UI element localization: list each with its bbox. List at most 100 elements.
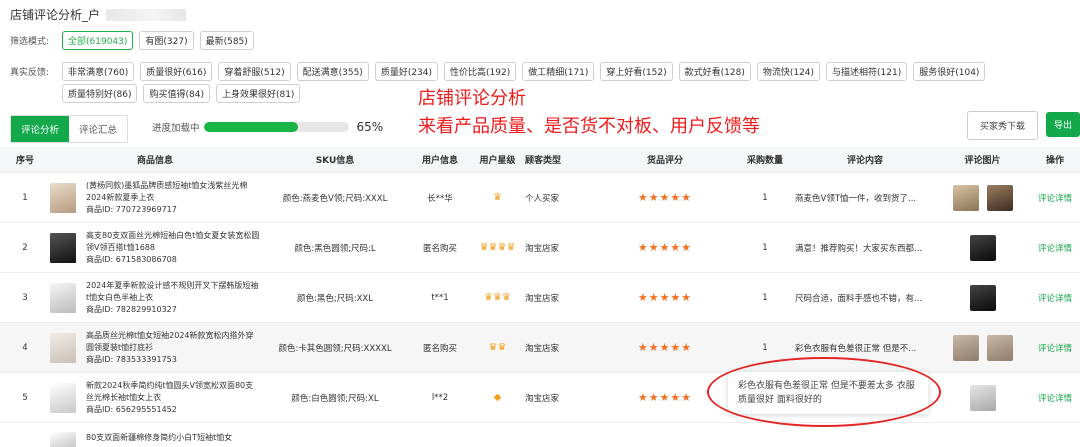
comment-image[interactable] [986,184,1013,211]
comment-images [935,284,1030,311]
blurred-shop-name [106,8,187,21]
comment-text[interactable]: 彩色衣服有色差很正常 但是不... [795,342,935,354]
user-name: l**2 [431,392,449,403]
rating-stars-icon: ★★★★★ [637,241,693,254]
product-cell: 高支80支双面丝光棉短袖白色t恤女夏女装宽松圆领V领百搭t恤1688 商品ID: … [50,230,260,266]
filter-all[interactable]: 全部(619043) [62,31,134,50]
col-user: 用户信息 [421,156,458,166]
product-thumbnail[interactable] [50,232,76,263]
comment-image[interactable] [952,334,979,361]
product-thumbnail[interactable] [50,282,76,313]
row-index: 5 [22,392,28,403]
table-row: 4 高品质丝光棉t恤女短袖2024新款宽松内搭外穿圆领夏装t恤打底衫 商品ID: 7… [0,323,1080,373]
table-header: 序号 商品信息 SKU信息 用户信息 用户星级 顾客类型 货品评分 采购数量 评… [0,147,1080,173]
customer-type: 淘宝店家 [525,393,560,404]
feedback-tag[interactable]: 非常满意(760) [62,62,135,81]
product-title: 高支80支双面丝光棉短袖白色t恤女夏女装宽松圆领V领百搭t恤1688 [86,230,260,252]
comment-images [935,384,1030,411]
tab-comment-summary[interactable]: 评论汇总 [69,116,127,142]
product-cell: (黄杨同款)墨狐品牌质感短袖t恤女浅紫丝光棉2024新款夏季上衣 商品ID: 77… [50,180,260,216]
col-action: 操作 [1045,156,1064,166]
feedback-tag[interactable]: 穿着舒服(512) [218,62,291,81]
comment-detail-link[interactable]: 评论详情 [1030,342,1080,354]
feedback-tag[interactable]: 购买值得(84) [143,84,210,103]
product-title: 80支双面新疆棉修身简约小白T短袖t恤女 [86,433,233,442]
row-index: 3 [22,292,28,303]
feedback-tag[interactable]: 质量好(234) [374,62,439,81]
feedback-tag[interactable]: 做工精细(171) [522,62,595,81]
feedback-tag[interactable]: 质量特别好(86) [62,84,138,103]
customer-type: 淘宝店家 [525,293,560,304]
user-level-medal-icon: ♛♛♛♛ [479,242,516,253]
feedback-tag[interactable]: 质量很好(616) [140,62,213,81]
feedback-tag[interactable]: 上身效果很好(81) [215,84,301,103]
user-level-medal-icon: ♛♛ [488,342,507,353]
table-row: 2 高支80支双面丝光棉短袖白色t恤女夏女装宽松圆领V领百搭t恤1688 商品ID:… [0,223,1080,273]
comment-detail-link[interactable]: 评论详情 [1030,242,1080,254]
user-name: 长**华 [427,193,453,204]
sku-info: 颜色:黑色;尺码:XXL [297,293,373,304]
filter-latest[interactable]: 最新(585) [199,31,254,50]
comment-text[interactable]: 燕麦色V领T恤一件，收到货了... [795,192,935,204]
progress-percent: 65% [356,120,384,134]
comment-image[interactable] [986,334,1013,361]
user-level-medal-icon: ♛♛♛ [484,292,511,303]
product-thumbnail[interactable] [50,332,76,363]
customer-type: 淘宝店家 [525,243,560,254]
comment-image[interactable] [969,384,996,411]
feedback-tag[interactable]: 物流快(124) [756,62,821,81]
product-thumbnail[interactable] [50,382,76,413]
red-highlight-ellipse [707,357,941,427]
product-info: 2024年夏季新款设计感不规则开叉下摆韩版短袖t恤女白色半袖上衣 商品ID: 78… [86,280,260,316]
product-thumbnail[interactable] [50,182,76,213]
customer-type: 个人买家 [525,193,560,204]
sku-info: 颜色:卡其色圆领;尺码:XXXXL [278,343,392,354]
export-button[interactable]: 导出 [1046,112,1080,137]
red-annotation: 店铺评论分析 来看产品质量、是否货不对板、用户反馈等 [418,85,760,141]
sku-info: 颜色:白色圆领;尺码:XL [291,393,379,404]
quantity: 1 [762,342,768,353]
progress-label: 进度加载中 [152,123,200,134]
comment-detail-link[interactable]: 评论详情 [1030,192,1080,204]
rating-stars-icon: ★★★★★ [637,191,693,204]
quantity: 1 [762,192,768,203]
comment-images [935,234,1030,261]
feedback-tag[interactable]: 穿上好看(152) [600,62,673,81]
row-index: 4 [22,342,28,353]
filter-with-image[interactable]: 有图(327) [139,31,194,50]
comment-image[interactable] [952,184,979,211]
tab-comment-analysis[interactable]: 评论分析 [11,116,70,142]
comment-detail-link[interactable]: 评论详情 [1030,392,1080,404]
row-index: 1 [22,192,28,203]
col-comment: 评论内容 [846,156,883,166]
product-cell: 新款2024秋季简约纯t恤圆头V领宽松双面80支丝光棉长袖t恤女上衣 商品ID: … [50,380,260,416]
filter-mode-row: 筛选模式: 全部(619043) 有图(327) 最新(585) [10,31,260,50]
comment-text[interactable]: 满意！推荐购买！大家买东西都... [795,242,935,254]
sku-info: 颜色:黑色圆领;尺码:L [294,243,376,254]
progress-fill [203,122,298,132]
product-title: 2024年夏季新款设计感不规则开叉下摆韩版短袖t恤女白色半袖上衣 [86,280,259,302]
col-user-level: 用户星级 [479,156,516,166]
product-thumbnail [50,432,76,447]
feedback-row-2: 质量特别好(86) 购买值得(84) 上身效果很好(81) [62,84,306,103]
row-index: 2 [22,242,28,253]
feedback-tag[interactable]: 款式好看(128) [678,62,751,81]
feedback-tag[interactable]: 配送满意(355) [296,62,369,81]
comment-image[interactable] [969,234,996,261]
analysis-tabs: 评论分析 评论汇总 [10,115,129,143]
comment-image[interactable] [969,284,996,311]
comment-detail-link[interactable]: 评论详情 [1030,292,1080,304]
rating-stars-icon: ★★★★★ [637,291,693,304]
table-row: 1 (黄杨同款)墨狐品牌质感短袖t恤女浅紫丝光棉2024新款夏季上衣 商品ID: 7… [0,173,1080,223]
product-id: 商品ID: 783533391753 [86,354,177,364]
loading-progress: 进度加载中 65% [152,120,383,134]
feedback-label: 真实反馈: [10,68,50,78]
col-customer-type: 顾客类型 [525,156,562,166]
feedback-tag[interactable]: 性价比高(192) [444,62,517,81]
comment-images [935,334,1030,361]
feedback-tag[interactable]: 与描述相符(121) [826,62,908,81]
feedback-tag[interactable]: 服务很好(104) [913,62,986,81]
buyer-show-download-button[interactable]: 买家秀下载 [967,111,1039,140]
product-info: 高支80支双面丝光棉短袖白色t恤女夏女装宽松圆领V领百搭t恤1688 商品ID: … [86,230,260,266]
comment-text[interactable]: 尺码合适，面料手感也不错，有... [795,292,935,304]
